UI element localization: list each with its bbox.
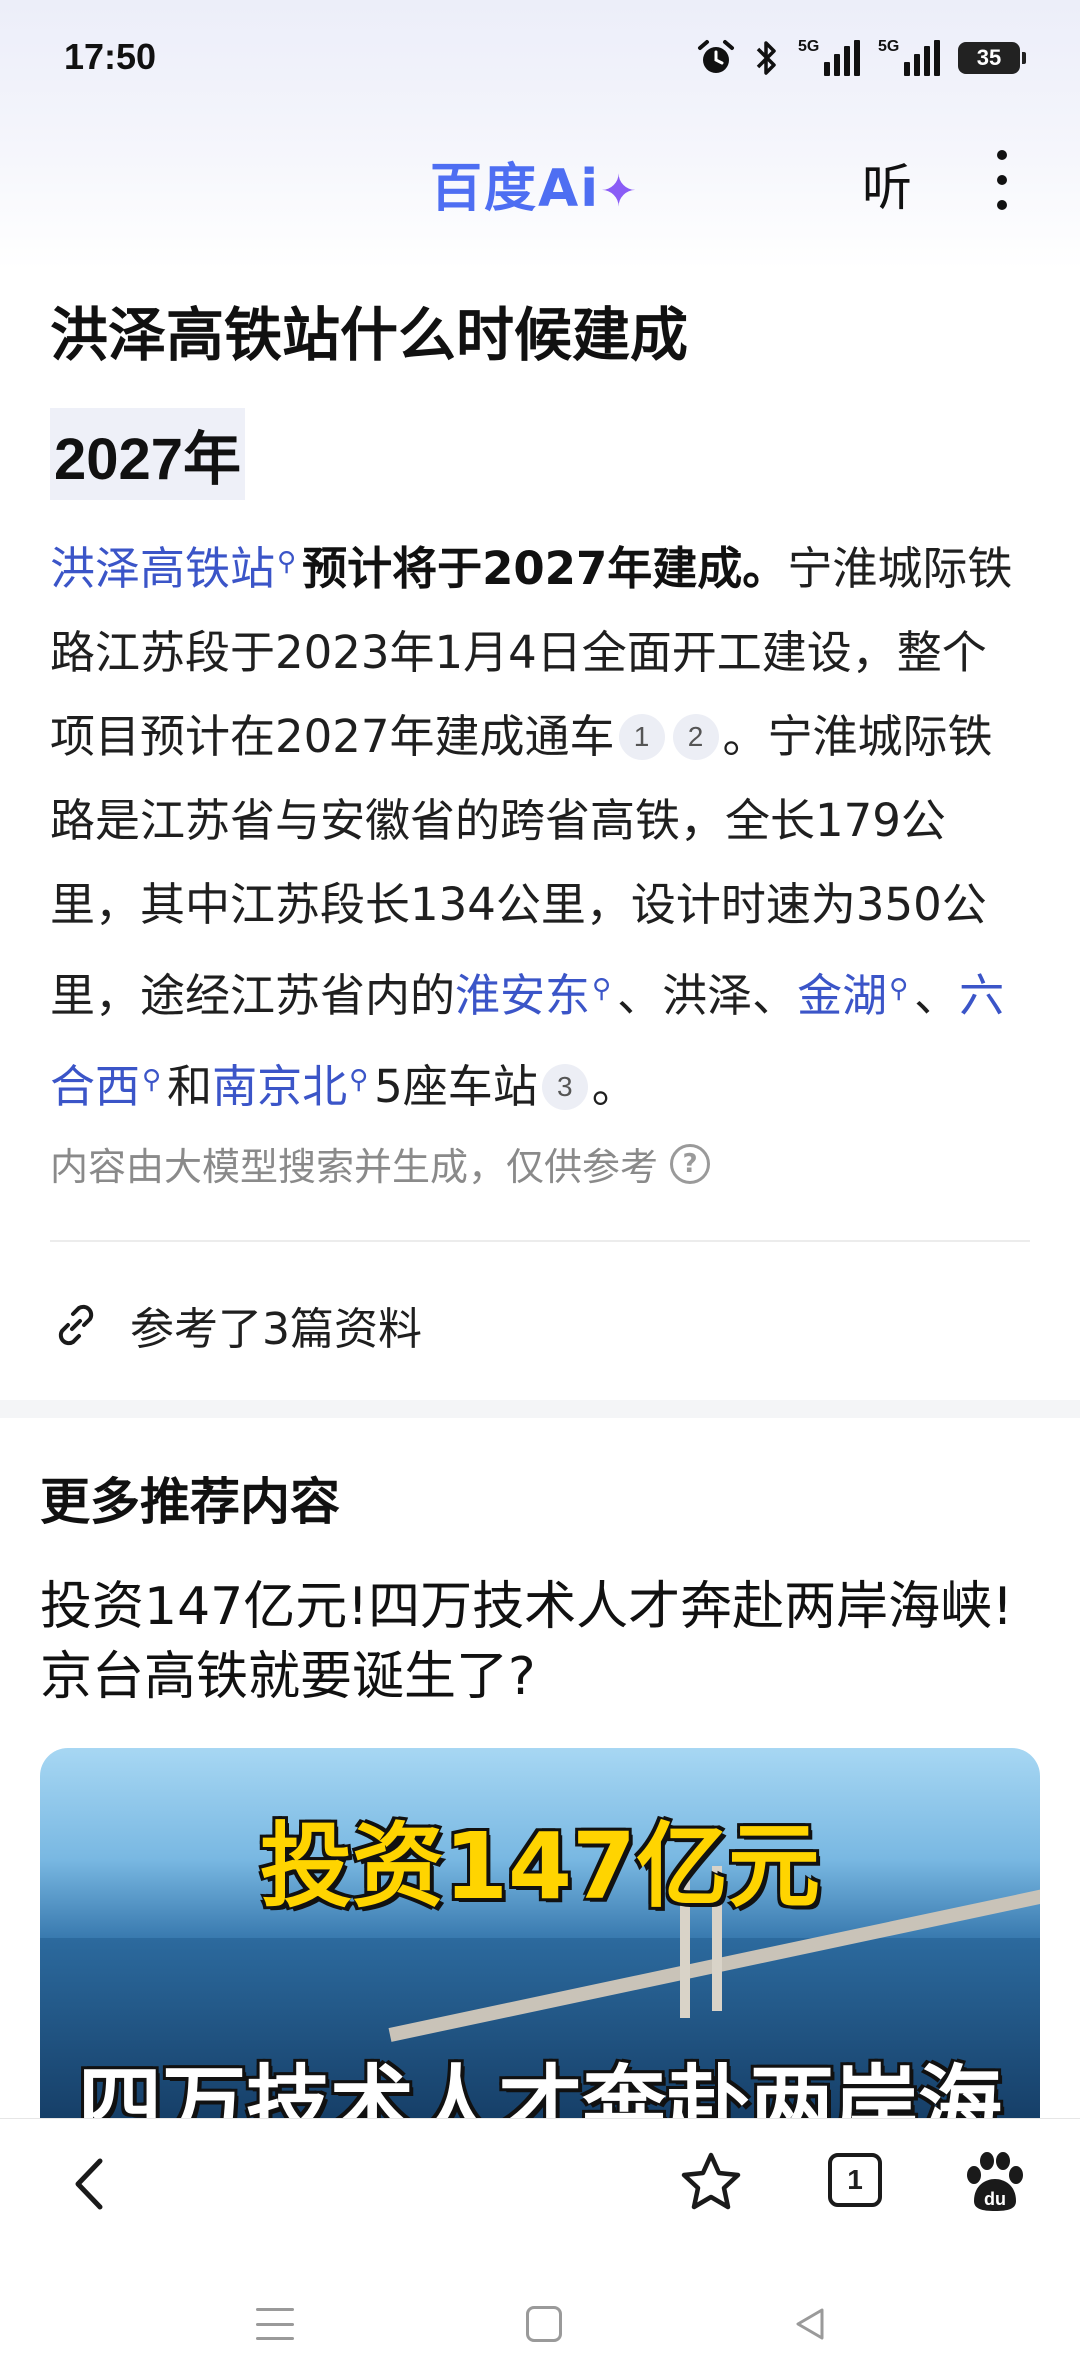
home-icon[interactable] xyxy=(526,2306,562,2342)
search-icon: ⚲ xyxy=(142,1065,162,1095)
citation-badge[interactable]: 1 xyxy=(618,714,665,760)
bottom-toolbar: 1 du xyxy=(0,2118,1080,2248)
alarm-icon xyxy=(698,40,734,73)
references-row[interactable]: 参考了3篇资料 xyxy=(50,1290,422,1360)
status-time: 17:50 xyxy=(64,36,157,77)
listen-button[interactable]: 听 xyxy=(862,148,912,220)
baidu-ai-logo: 百度Ai✦ xyxy=(430,146,639,221)
tabs-icon[interactable]: 1 xyxy=(828,2153,882,2207)
search-icon: ⚲ xyxy=(889,974,909,1004)
signal-icon: 5G xyxy=(798,38,860,76)
nav-back-icon[interactable] xyxy=(790,2304,830,2344)
citation-badge[interactable]: 2 xyxy=(672,714,719,760)
status-icons: 5G 5G 35 xyxy=(696,36,1026,80)
status-bar: 17:50 5G 5G 35 xyxy=(0,0,1080,120)
search-icon: ⚲ xyxy=(277,547,297,577)
app-header: 百度Ai✦ 听 xyxy=(0,130,1080,230)
star-icon[interactable] xyxy=(676,2147,746,2217)
system-nav-bar xyxy=(0,2248,1080,2376)
short-answer: 2027年 xyxy=(50,408,246,500)
ai-disclaimer: 内容由大模型搜索并生成，仅供参考 ? xyxy=(50,1136,711,1191)
answer-separator: 、 xyxy=(914,969,960,1022)
citation-badge[interactable]: 3 xyxy=(541,1064,588,1110)
answer-body: 洪泽高铁站⚲ 预计将于2027年建成。宁淮城际铁路江苏段于2023年1月4日全面开… xyxy=(50,520,1030,1129)
baidu-paw-icon[interactable]: du xyxy=(960,2147,1030,2217)
answer-highlight: 预计将于2027年建成。 xyxy=(302,542,788,595)
sparkle-icon: ✦ xyxy=(600,166,639,217)
logo-text: 百度Ai xyxy=(430,159,601,219)
entity-link-huaiandong[interactable]: 淮安东 xyxy=(455,969,590,1022)
bluetooth-icon xyxy=(756,41,776,75)
entity-link-jinhu[interactable]: 金湖 xyxy=(797,969,887,1022)
references-label: 参考了3篇资料 xyxy=(130,1304,422,1355)
thumbnail-caption-top: 投资147亿元 xyxy=(259,1813,821,1920)
recommend-article-thumbnail[interactable]: 投资147亿元 四万技术人才奔赴两岸海峡 xyxy=(40,1748,1040,2118)
search-icon: ⚲ xyxy=(592,974,612,1004)
page-title: 洪泽高铁站什么时候建成 xyxy=(50,301,689,369)
entity-link-nanjingbei[interactable]: 南京北 xyxy=(212,1060,347,1113)
link-icon xyxy=(58,1304,94,1346)
answer-separator: 和 xyxy=(167,1060,213,1113)
search-icon: ⚲ xyxy=(349,1065,369,1095)
divider xyxy=(50,1240,1030,1242)
help-icon[interactable]: ? xyxy=(670,1143,711,1184)
recommend-article-title[interactable]: 投资147亿元!四万技术人才奔赴两岸海峡!京台高铁就要诞生了? xyxy=(40,1572,1040,1712)
signal-label: 5G xyxy=(878,38,900,55)
disclaimer-text: 内容由大模型搜索并生成，仅供参考 xyxy=(50,1145,659,1189)
answer-text-3: 5座车站 xyxy=(374,1060,538,1113)
signal-label: 5G xyxy=(798,38,820,55)
entity-link-hongze-station[interactable]: 洪泽高铁站 xyxy=(50,542,275,595)
signal-icon: 5G xyxy=(878,38,940,76)
section-separator xyxy=(0,1400,1080,1418)
answer-separator: 、洪泽、 xyxy=(617,969,798,1022)
svg-text:du: du xyxy=(984,2189,1006,2209)
recent-apps-icon[interactable] xyxy=(256,2308,294,2340)
recommend-section-title: 更多推荐内容 xyxy=(40,1473,340,1531)
more-vertical-icon[interactable] xyxy=(990,150,1014,210)
battery-level: 35 xyxy=(976,45,1002,70)
back-icon[interactable] xyxy=(62,2149,122,2219)
battery-icon: 35 xyxy=(958,42,1026,74)
answer-end: 。 xyxy=(591,1060,637,1113)
thumbnail-caption-bottom: 四万技术人才奔赴两岸海峡 xyxy=(77,2056,1002,2118)
